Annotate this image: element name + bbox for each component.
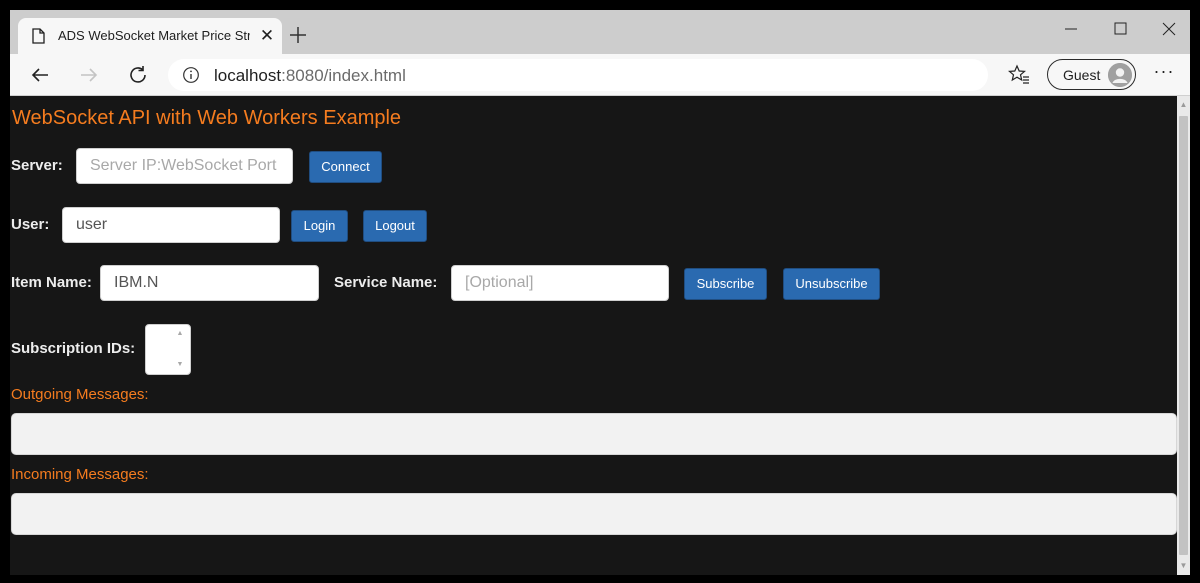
minimize-icon[interactable]: [1056, 18, 1086, 40]
incoming-messages-box[interactable]: [11, 493, 1177, 535]
scroll-down-arrow-icon[interactable]: ▼: [1177, 559, 1190, 573]
more-icon[interactable]: ···: [1152, 62, 1176, 86]
browser-toolbar: localhost:8080/index.html Guest ···: [10, 54, 1190, 96]
page-scrollbar[interactable]: ▲ ▼: [1177, 96, 1190, 575]
url-path: :8080/index.html: [281, 66, 406, 85]
subscription-ids-select[interactable]: ▲ ▼: [145, 324, 191, 375]
address-bar[interactable]: localhost:8080/index.html: [168, 59, 988, 91]
forward-arrow-icon[interactable]: [77, 63, 101, 87]
outgoing-messages-label: Outgoing Messages:: [11, 386, 149, 403]
profile-button[interactable]: Guest: [1047, 59, 1136, 90]
browser-window: ADS WebSocket Market Price Str ✕ localho…: [10, 10, 1190, 575]
page-content: WebSocket API with Web Workers Example S…: [10, 96, 1177, 575]
unsubscribe-button[interactable]: Unsubscribe: [783, 268, 880, 300]
outgoing-messages-box[interactable]: [11, 413, 1177, 455]
close-icon[interactable]: ✕: [258, 27, 276, 45]
tab-strip: ADS WebSocket Market Price Str ✕: [10, 10, 1190, 54]
user-input[interactable]: [62, 207, 280, 243]
subscribe-button[interactable]: Subscribe: [684, 268, 767, 300]
profile-label: Guest: [1063, 67, 1101, 83]
tab-title: ADS WebSocket Market Price Str: [58, 28, 250, 43]
service-name-input[interactable]: [451, 265, 669, 301]
back-arrow-icon[interactable]: [28, 63, 52, 87]
server-label: Server:: [11, 157, 63, 174]
page-title: WebSocket API with Web Workers Example: [12, 107, 402, 129]
reload-icon[interactable]: [126, 63, 150, 87]
connect-button[interactable]: Connect: [309, 151, 382, 183]
window-close-icon[interactable]: [1154, 18, 1184, 40]
scrollbar-thumb[interactable]: [1179, 116, 1188, 555]
scroll-down-icon[interactable]: ▼: [173, 359, 187, 371]
login-button[interactable]: Login: [291, 210, 348, 242]
maximize-icon[interactable]: [1105, 18, 1135, 40]
plus-icon[interactable]: [286, 23, 310, 47]
page-icon: [32, 28, 45, 44]
item-name-label: Item Name:: [11, 274, 92, 291]
info-icon[interactable]: [182, 66, 200, 84]
url-host: localhost: [214, 66, 282, 85]
logout-button[interactable]: Logout: [363, 210, 427, 242]
user-label: User:: [11, 216, 50, 233]
avatar-icon: [1108, 63, 1132, 87]
incoming-messages-label: Incoming Messages:: [11, 466, 149, 483]
scroll-up-arrow-icon[interactable]: ▲: [1177, 98, 1190, 112]
scroll-up-icon[interactable]: ▲: [173, 328, 187, 340]
browser-tab[interactable]: ADS WebSocket Market Price Str ✕: [18, 18, 282, 54]
item-name-input[interactable]: [100, 265, 319, 301]
service-name-label: Service Name:: [334, 274, 438, 291]
favorites-icon[interactable]: [1008, 64, 1030, 86]
url-text: localhost:8080/index.html: [214, 66, 406, 86]
server-input[interactable]: [76, 148, 293, 184]
subscription-ids-label: Subscription IDs:: [11, 340, 136, 357]
